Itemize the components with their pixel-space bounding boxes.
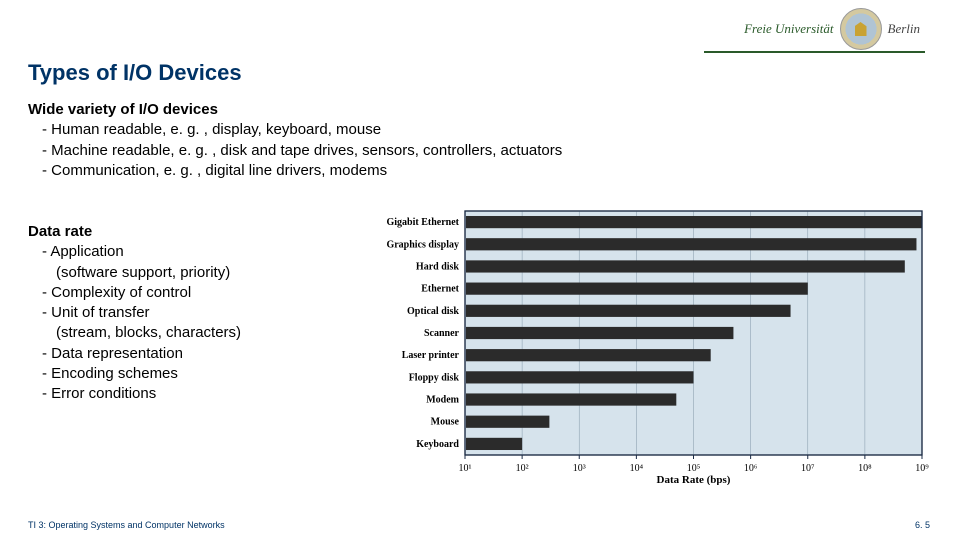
section-data-rate-lead: Data rate [28, 222, 308, 242]
svg-text:Optical disk: Optical disk [407, 306, 459, 317]
slide-title: Types of I/O Devices [28, 60, 242, 86]
bullet-item: - Error conditions [28, 384, 308, 404]
bullet-sub: (software support, priority) [28, 263, 308, 283]
bullet-item: - Encoding schemes [28, 364, 308, 384]
header-underline [704, 51, 925, 53]
svg-text:10⁸: 10⁸ [858, 463, 872, 474]
logo-text-post: Berlin [888, 21, 921, 37]
svg-text:10³: 10³ [573, 463, 586, 474]
svg-text:Gigabit Ethernet: Gigabit Ethernet [387, 217, 460, 228]
section-variety-lead: Wide variety of I/O devices [28, 100, 562, 120]
footer-course: TI 3: Operating Systems and Computer Net… [28, 520, 225, 530]
svg-text:Modem: Modem [426, 395, 459, 406]
logo-text-pre: Freie Universität [744, 21, 833, 36]
section-data-rate: Data rate - Application (software suppor… [28, 222, 308, 404]
svg-text:Scanner: Scanner [424, 328, 460, 339]
bullet-item: - Communication, e. g. , digital line dr… [28, 161, 562, 181]
svg-text:Hard disk: Hard disk [416, 261, 460, 272]
svg-text:10¹: 10¹ [459, 463, 472, 474]
svg-text:10²: 10² [516, 463, 529, 474]
svg-text:Ethernet: Ethernet [421, 284, 459, 295]
svg-text:Graphics display: Graphics display [386, 239, 459, 250]
svg-text:Laser printer: Laser printer [402, 350, 460, 361]
svg-text:10⁷: 10⁷ [801, 463, 815, 474]
bullet-item: - Complexity of control [28, 283, 308, 303]
bullet-item: - Machine readable, e. g. , disk and tap… [28, 141, 562, 161]
svg-text:Keyboard: Keyboard [416, 439, 459, 450]
university-logo: Freie Universität Berlin [744, 8, 920, 50]
seal-icon [840, 8, 882, 50]
svg-text:Mouse: Mouse [431, 417, 460, 428]
bullet-item: - Human readable, e. g. , display, keybo… [28, 120, 562, 140]
logo-text: Freie Universität [744, 21, 833, 37]
bullet-item: - Unit of transfer [28, 303, 308, 323]
svg-text:10⁵: 10⁵ [687, 463, 701, 474]
svg-text:10⁶: 10⁶ [744, 463, 758, 474]
svg-text:10⁴: 10⁴ [630, 463, 644, 474]
section-variety: Wide variety of I/O devices - Human read… [28, 100, 562, 181]
svg-text:Data Rate (bps): Data Rate (bps) [657, 474, 731, 485]
bullet-sub: (stream, blocks, characters) [28, 323, 308, 343]
chart-data-rate: 10¹ 10² 10³ 10⁴ 10⁵ 10⁶ 10⁷ 10⁸ 10⁹ Data Rate (bp… [350, 205, 930, 485]
bullet-item: - Data representation [28, 344, 308, 364]
bullet-item: - Application [28, 242, 308, 262]
footer-page: 6. 5 [915, 520, 930, 530]
svg-text:Floppy disk: Floppy disk [409, 372, 460, 383]
svg-text:10⁹: 10⁹ [915, 463, 929, 474]
